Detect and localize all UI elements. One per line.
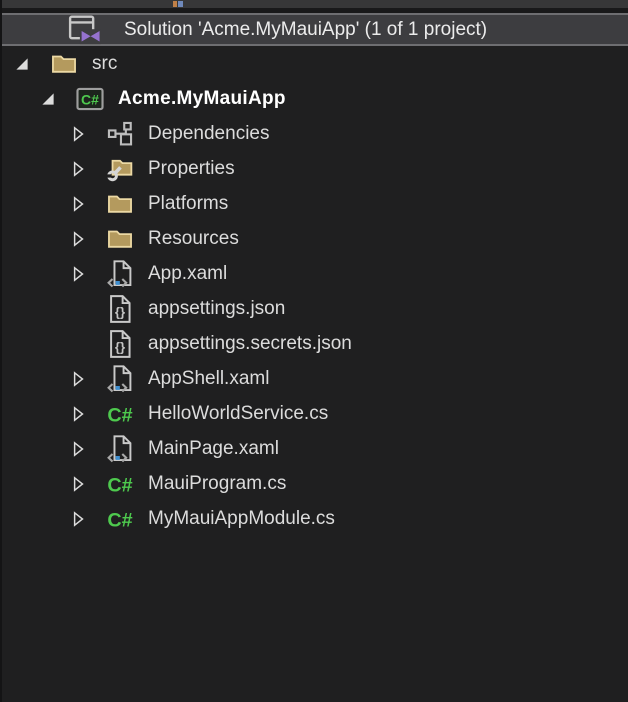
folder-icon <box>106 189 134 219</box>
folder-icon <box>50 49 78 79</box>
tree-item-label: appsettings.secrets.json <box>148 333 352 355</box>
tree-item-label: Acme.MyMauiApp <box>118 88 286 110</box>
expand-arrow-expanded-icon[interactable] <box>12 54 32 74</box>
clipped-toolbar-strip <box>2 0 628 8</box>
tree-item-resources[interactable]: Resources <box>2 221 628 256</box>
tree-item-acme-mymauiapp[interactable]: C# Acme.MyMauiApp <box>2 81 628 116</box>
tree-item-properties[interactable]: Properties <box>2 151 628 186</box>
expand-arrow-collapsed-icon[interactable] <box>68 194 88 214</box>
tree-item-label: Dependencies <box>148 123 269 145</box>
xaml-file-icon <box>106 364 134 394</box>
tree-item-platforms[interactable]: Platforms <box>2 186 628 221</box>
expand-arrow-collapsed-icon[interactable] <box>68 404 88 424</box>
solution-root-label: Solution 'Acme.MyMauiApp' (1 of 1 projec… <box>124 19 487 41</box>
tree-item-label: Platforms <box>148 193 228 215</box>
expand-arrow-collapsed-icon[interactable] <box>68 264 88 284</box>
tree-item-mauiprogram-cs[interactable]: C# MauiProgram.cs <box>2 466 628 501</box>
tree-item-label: MauiProgram.cs <box>148 473 286 495</box>
expand-arrow-collapsed-icon[interactable] <box>68 439 88 459</box>
arrow-spacer <box>68 299 88 319</box>
solution-root-row[interactable]: Solution 'Acme.MyMauiApp' (1 of 1 projec… <box>2 13 628 46</box>
xaml-file-icon <box>106 259 134 289</box>
tree-item-label: MyMauiAppModule.cs <box>148 508 335 530</box>
xaml-file-icon <box>106 434 134 464</box>
svg-text:{}: {} <box>115 304 125 319</box>
tree-item-label: Properties <box>148 158 235 180</box>
tree-item-label: HelloWorldService.cs <box>148 403 328 425</box>
folder-icon <box>106 224 134 254</box>
svg-text:C#: C# <box>81 91 99 107</box>
tree-item-app-xaml[interactable]: App.xaml <box>2 256 628 291</box>
tree-item-label: App.xaml <box>148 263 227 285</box>
fragment-blue <box>178 1 183 7</box>
tree-item-label: appsettings.json <box>148 298 285 320</box>
clipped-toolbar-icon-fragment <box>173 1 183 7</box>
csharp-file-icon: C# <box>106 469 134 499</box>
csharp-file-icon: C# <box>106 504 134 534</box>
tree-item-mymauiappmodule-cs[interactable]: C# MyMauiAppModule.cs <box>2 501 628 536</box>
svg-text:C#: C# <box>107 474 132 495</box>
dependencies-icon <box>106 119 134 149</box>
expand-arrow-expanded-icon[interactable] <box>38 89 58 109</box>
tree-item-label: AppShell.xaml <box>148 368 269 390</box>
tree-item-appsettings-secrets-json[interactable]: {} appsettings.secrets.json <box>2 326 628 361</box>
solution-explorer-panel: Solution 'Acme.MyMauiApp' (1 of 1 projec… <box>0 0 628 702</box>
expand-arrow-collapsed-icon[interactable] <box>68 369 88 389</box>
tree-item-mainpage-xaml[interactable]: MainPage.xaml <box>2 431 628 466</box>
svg-text:{}: {} <box>115 339 125 354</box>
csharp-file-icon: C# <box>106 399 134 429</box>
solution-icon <box>68 14 102 46</box>
arrow-spacer <box>68 334 88 354</box>
tree-item-label: src <box>92 53 117 75</box>
expand-arrow-collapsed-icon[interactable] <box>68 124 88 144</box>
tree-item-dependencies[interactable]: Dependencies <box>2 116 628 151</box>
tree-item-label: Resources <box>148 228 239 250</box>
svg-text:C#: C# <box>107 404 132 425</box>
expand-arrow-collapsed-icon[interactable] <box>68 509 88 529</box>
tree-item-helloworldservice-cs[interactable]: C# HelloWorldService.cs <box>2 396 628 431</box>
csharp-project-icon: C# <box>76 84 104 114</box>
expand-arrow-collapsed-icon[interactable] <box>68 474 88 494</box>
tree-item-label: MainPage.xaml <box>148 438 279 460</box>
expand-arrow-collapsed-icon[interactable] <box>68 229 88 249</box>
svg-text:C#: C# <box>107 509 132 530</box>
tree-item-appsettings-json[interactable]: {} appsettings.json <box>2 291 628 326</box>
json-file-icon: {} <box>106 329 134 359</box>
json-file-icon: {} <box>106 294 134 324</box>
expand-arrow-collapsed-icon[interactable] <box>68 159 88 179</box>
tree-item-appshell-xaml[interactable]: AppShell.xaml <box>2 361 628 396</box>
fragment-orange <box>173 1 177 7</box>
properties-icon <box>106 154 134 184</box>
solution-tree: src C# Acme.MyMauiApp Dependencies Propertie… <box>2 46 628 536</box>
tree-item-src[interactable]: src <box>2 46 628 81</box>
